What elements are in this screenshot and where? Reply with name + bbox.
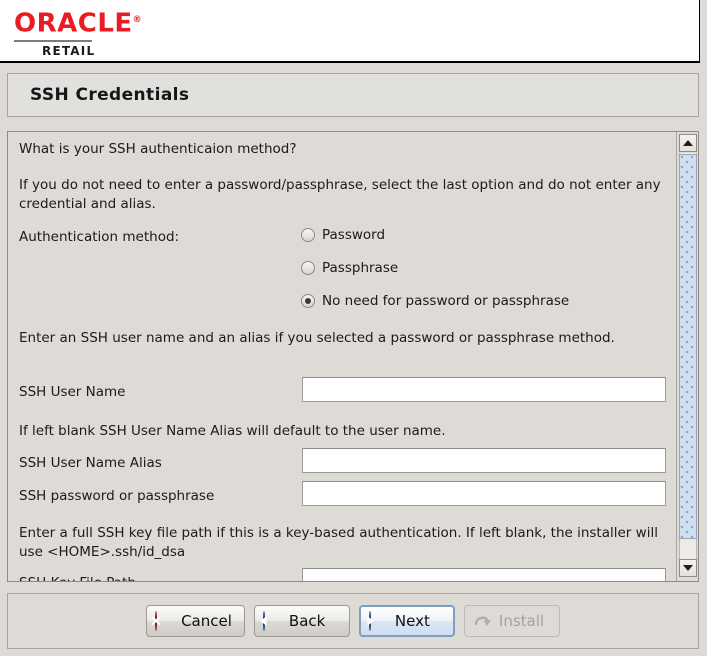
ssh-password-input[interactable] <box>302 481 666 506</box>
vertical-scrollbar[interactable] <box>676 132 698 581</box>
radio-option-passphrase[interactable]: Passphrase <box>301 260 398 276</box>
brand-header: ORACLE® RETAIL <box>0 0 700 63</box>
cancel-button[interactable]: Cancel <box>146 605 245 637</box>
installer-window: ORACLE® RETAIL SSH Credentials What is y… <box>0 0 707 656</box>
install-button: Install <box>463 605 560 637</box>
ssh-key-file-path-input[interactable] <box>302 568 666 581</box>
scroll-up-button[interactable] <box>679 134 697 152</box>
logo-underline <box>14 40 92 42</box>
page-title-bar: SSH Credentials <box>7 73 699 117</box>
radio-icon-passphrase[interactable] <box>301 261 315 275</box>
radio-option-no-password[interactable]: No need for password or passphrase <box>301 293 569 309</box>
scroll-down-button[interactable] <box>679 559 697 577</box>
keyfile-note: Enter a full SSH key file path if this i… <box>19 525 658 560</box>
arrow-left-icon <box>260 610 282 631</box>
next-button[interactable]: Next <box>358 605 455 637</box>
ssh-user-name-input[interactable] <box>302 377 666 402</box>
form-panel: What is your SSH authenticaion method? I… <box>7 131 699 582</box>
triangle-down-icon <box>683 565 693 571</box>
oracle-logo: ORACLE® <box>14 6 142 38</box>
intro-question: What is your SSH authenticaion method? <box>19 141 297 157</box>
radio-icon-password[interactable] <box>301 228 315 242</box>
back-button[interactable]: Back <box>253 605 350 637</box>
auth-method-label: Authentication method: <box>19 229 180 245</box>
scrollbar-thumb[interactable] <box>679 154 697 539</box>
intro-note: If you do not need to enter a password/p… <box>19 177 661 212</box>
radio-label-passphrase: Passphrase <box>322 260 399 276</box>
username-label: SSH User Name <box>19 384 126 400</box>
page-title: SSH Credentials <box>30 85 190 105</box>
next-button-label: Next <box>394 612 430 630</box>
oracle-logo-text: ORACLE <box>14 8 133 39</box>
cancel-icon <box>151 610 174 631</box>
radio-label-password: Password <box>322 227 386 243</box>
install-button-label: Install <box>498 612 545 630</box>
ssh-user-name-alias-input[interactable] <box>302 448 666 473</box>
keyfile-label: SSH Key File Path <box>19 575 136 581</box>
password-label: SSH password or passphrase <box>19 488 215 504</box>
alias-label: SSH User Name Alias <box>19 455 162 471</box>
radio-icon-no-password[interactable] <box>301 294 315 308</box>
back-button-label: Back <box>288 612 326 630</box>
arrow-right-icon <box>367 610 388 631</box>
alias-note: If left blank SSH User Name Alias will d… <box>19 423 446 439</box>
triangle-up-icon <box>683 140 693 146</box>
username-note: Enter an SSH user name and an alias if y… <box>19 330 615 346</box>
form-viewport: What is your SSH authenticaion method? I… <box>8 132 676 581</box>
radio-option-password[interactable]: Password <box>301 227 385 243</box>
install-arrow-icon <box>473 612 492 631</box>
radio-label-no-password: No need for password or passphrase <box>322 293 570 309</box>
navigation-button-bar: Cancel Back Next Install <box>7 593 699 649</box>
sub-brand-label: RETAIL <box>42 44 96 58</box>
trademark-icon: ® <box>132 15 143 25</box>
cancel-button-label: Cancel <box>181 612 232 630</box>
